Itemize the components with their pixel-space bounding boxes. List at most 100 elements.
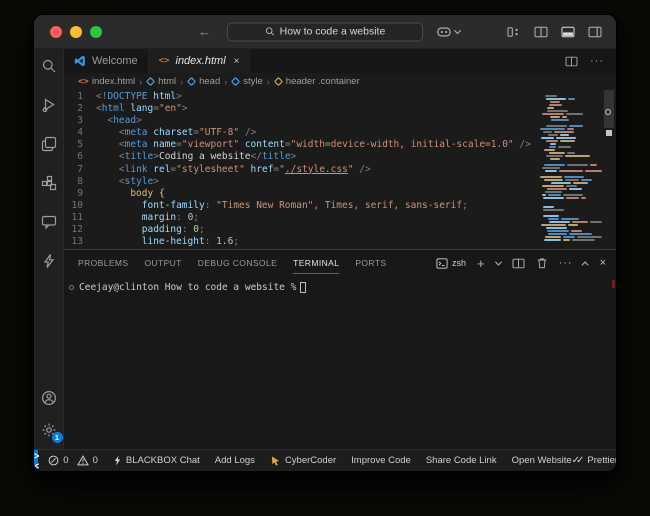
code-line: 7 <link rel="stylesheet" href="./style.c… xyxy=(64,164,538,176)
symbol-blue-icon xyxy=(187,77,196,86)
maximize-panel-icon[interactable] xyxy=(581,261,588,268)
activity-bar-run-debug[interactable] xyxy=(40,96,58,114)
titlebar-layout-controls xyxy=(507,26,602,38)
code-text: padding: 0; xyxy=(96,224,205,236)
command-center-search[interactable]: How to code a website xyxy=(227,22,423,41)
split-editor-icon[interactable] xyxy=(565,56,578,67)
toggle-panel-icon[interactable] xyxy=(561,26,575,38)
activity-bar-chat[interactable] xyxy=(40,213,58,231)
prettier-status-item[interactable]: ✓✓Prettier xyxy=(572,455,617,466)
status-item-label: BLACKBOX Chat xyxy=(126,455,200,466)
editor-tab-bar: Welcome<>index.html× ··· xyxy=(64,49,616,73)
activity-bar: 1 xyxy=(34,49,64,449)
split-editor-icon[interactable] xyxy=(534,26,548,38)
code-text: <meta charset="UTF-8" /> xyxy=(96,127,256,139)
code-text: <html lang="en"> xyxy=(96,103,188,115)
editor-column: Welcome<>index.html× ··· <>index.html ›ht… xyxy=(64,49,616,449)
panel-tab-ports[interactable]: PORTS xyxy=(355,252,386,274)
code-line: 6 <title>Coding a website</title> xyxy=(64,151,538,163)
panel-tab-problems[interactable]: PROBLEMS xyxy=(78,252,128,274)
code-text: font-family: "Times New Roman", Times, s… xyxy=(96,200,468,212)
back-button[interactable]: ← xyxy=(198,24,211,39)
code-text: <title>Coding a website</title> xyxy=(96,151,296,163)
split-terminal-icon[interactable] xyxy=(512,258,525,269)
cybercoder-status-item[interactable]: CyberCoder xyxy=(270,455,336,466)
open-website-status-item[interactable]: Open Website xyxy=(512,455,572,466)
activity-bar-settings[interactable]: 1 xyxy=(40,421,58,439)
add-logs-status-item[interactable]: Add Logs xyxy=(215,455,255,466)
close-window-button[interactable] xyxy=(50,26,62,38)
terminal-scrollbar-decoration xyxy=(612,280,615,288)
more-actions-icon[interactable]: ··· xyxy=(590,55,604,67)
editor-scrollbar[interactable] xyxy=(602,90,616,249)
tab-welcome[interactable]: Welcome xyxy=(64,49,149,73)
code-line: 3 <head> xyxy=(64,115,538,127)
minimize-window-button[interactable] xyxy=(70,26,82,38)
account-icon xyxy=(41,390,57,406)
toggle-secondary-sidebar-icon[interactable] xyxy=(588,26,602,38)
status-item-label: Share Code Link xyxy=(426,455,497,466)
kill-terminal-trash-icon[interactable] xyxy=(536,257,548,269)
lightning-icon xyxy=(113,455,122,466)
problems-status-item[interactable]: 00 xyxy=(48,455,98,466)
panel-more-actions-icon[interactable]: ··· xyxy=(559,257,573,269)
maximize-window-button[interactable] xyxy=(90,26,102,38)
blackbox-chat-status-item[interactable]: BLACKBOX Chat xyxy=(113,455,200,466)
close-panel-icon[interactable]: × xyxy=(600,257,606,269)
shell-label: zsh xyxy=(452,258,466,268)
code-text: line-height: 1.6; xyxy=(96,236,239,248)
breadcrumb-item-header-container[interactable]: header .container xyxy=(274,76,360,87)
activity-bar-extensions[interactable] xyxy=(40,174,58,192)
panel-tab-debug-console[interactable]: DEBUG CONSOLE xyxy=(198,252,277,274)
code-tag-icon: <> xyxy=(159,56,170,66)
panel-tab-output[interactable]: OUTPUT xyxy=(144,252,181,274)
activity-bar-search[interactable] xyxy=(40,57,58,75)
line-number: 4 xyxy=(64,127,96,139)
breadcrumb-item-head[interactable]: head xyxy=(187,76,220,87)
breadcrumb-separator: › xyxy=(179,77,184,87)
terminal-prompt-line: Ceejay@clinton How to code a website % xyxy=(69,282,306,293)
tab-bar-actions: ··· xyxy=(565,49,616,73)
status-item-label: CyberCoder xyxy=(285,455,336,466)
breadcrumb: <>index.html›html›head›style›header .con… xyxy=(64,73,616,90)
line-number: 12 xyxy=(64,224,96,236)
minimap[interactable] xyxy=(540,92,602,249)
line-number: 11 xyxy=(64,212,96,224)
terminal-cursor xyxy=(300,282,306,293)
code-line: 1<!DOCTYPE html> xyxy=(64,91,538,103)
customize-layout-icon[interactable] xyxy=(507,26,521,38)
status-item-label: Prettier xyxy=(587,455,617,466)
command-decoration-icon xyxy=(69,285,74,290)
code-line: 8 <style> xyxy=(64,176,538,188)
search-icon xyxy=(265,27,275,37)
panel-tab-terminal[interactable]: TERMINAL xyxy=(293,252,339,274)
new-terminal-button[interactable]: + xyxy=(477,256,485,271)
improve-code-status-item[interactable]: Improve Code xyxy=(351,455,411,466)
share-code-link-status-item[interactable]: Share Code Link xyxy=(426,455,497,466)
activity-bar-account[interactable] xyxy=(40,389,58,407)
status-item-label: Open Website xyxy=(512,455,572,466)
panel-actions: zsh + ··· × xyxy=(436,256,606,271)
activity-bar-copy[interactable] xyxy=(40,135,58,153)
activity-bar-bolt[interactable] xyxy=(40,252,58,270)
breadcrumb-item-index-html[interactable]: <>index.html xyxy=(78,76,135,87)
chat-icon xyxy=(41,214,57,230)
main-area: 1 Welcome<>index.html× ··· <>index.html ›… xyxy=(34,49,616,449)
close-tab-icon[interactable]: × xyxy=(234,56,240,67)
search-icon xyxy=(41,58,57,74)
code-line: 13 line-height: 1.6; xyxy=(64,236,538,248)
settings-badge: 1 xyxy=(52,432,63,443)
terminal-shell-item[interactable]: zsh xyxy=(436,258,466,269)
panel-header: PROBLEMS OUTPUT DEBUG CONSOLE TERMINAL PORTS… xyxy=(64,250,616,276)
error-icon xyxy=(48,455,59,466)
tab-index-html[interactable]: <>index.html× xyxy=(149,49,251,73)
code-editor[interactable]: 1<!DOCTYPE html>2<html lang="en">3 <head… xyxy=(64,90,616,249)
terminal[interactable]: Ceejay@clinton How to code a website % xyxy=(64,276,616,449)
line-number: 7 xyxy=(64,164,96,176)
lightning-icon xyxy=(41,253,57,269)
line-number: 9 xyxy=(64,188,96,200)
breadcrumb-item-style[interactable]: style xyxy=(231,76,263,87)
terminal-dropdown-icon[interactable] xyxy=(495,258,502,265)
breadcrumb-item-html[interactable]: html xyxy=(146,76,176,87)
copilot-menu-button[interactable] xyxy=(437,26,460,37)
